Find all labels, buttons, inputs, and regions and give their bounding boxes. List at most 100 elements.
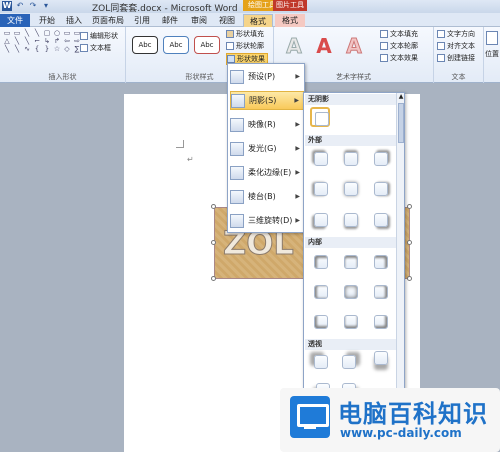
shadow-option-perspective[interactable]	[374, 351, 388, 365]
menu-item-shadow[interactable]: 阴影(S) ▶	[230, 91, 304, 110]
shape-glyph-icon[interactable]: △	[3, 38, 11, 45]
shape-glyph-icon[interactable]: {	[33, 46, 41, 53]
shape-glyph-icon[interactable]: ▭	[63, 30, 71, 37]
resize-handle-bl[interactable]	[211, 276, 216, 281]
word-app-icon[interactable]: W	[2, 1, 12, 11]
shadow-option-inner[interactable]	[344, 315, 358, 329]
shape-glyph-icon[interactable]: ╲	[13, 46, 21, 53]
tab-view[interactable]: 视图	[214, 14, 240, 27]
shape-glyph-icon[interactable]: ○	[53, 30, 61, 37]
tab-home[interactable]: 开始	[34, 14, 60, 27]
resize-handle-br[interactable]	[407, 276, 412, 281]
shape-glyph-icon[interactable]: ☆	[53, 46, 61, 53]
shadow-option-perspective[interactable]	[342, 355, 356, 369]
shape-glyph-icon[interactable]: ◇	[63, 46, 71, 53]
text-fill-button[interactable]: 文本填充	[380, 29, 418, 39]
menu-item-soft-edges[interactable]: 柔化边缘(E) ▶	[230, 163, 304, 182]
shape-glyph-icon[interactable]: ╲	[3, 46, 11, 53]
resize-handle-tl[interactable]	[211, 204, 216, 209]
shape-glyph-icon[interactable]: ↳	[43, 38, 51, 45]
shape-glyph-icon[interactable]: ╲	[23, 30, 31, 37]
shape-glyph-icon[interactable]: ╲	[13, 38, 21, 45]
create-link-button[interactable]: 创建链接	[437, 53, 475, 63]
resize-handle-mr[interactable]	[407, 240, 412, 245]
resize-handle-ml[interactable]	[211, 240, 216, 245]
wordart-sample-1[interactable]: A	[282, 33, 306, 59]
tab-review[interactable]: 审阅	[186, 14, 212, 27]
tab-format-picture[interactable]: 格式	[275, 14, 305, 27]
shape-style-sample-3[interactable]: Abc	[194, 36, 220, 54]
shadow-option-inner[interactable]	[344, 255, 358, 269]
shadow-option-outer[interactable]	[314, 152, 328, 166]
text-effects-label: 文本效果	[390, 54, 418, 62]
scroll-up-icon[interactable]: ▲	[397, 93, 404, 101]
menu-item-glow[interactable]: 发光(G) ▶	[230, 139, 304, 158]
shadow-option-inner[interactable]	[374, 315, 388, 329]
submenu-arrow-icon: ▶	[295, 217, 300, 224]
shadow-option-inner[interactable]	[314, 315, 328, 329]
menu-item-label: 棱台(B)	[248, 192, 276, 201]
menu-item-preset[interactable]: 预设(P) ▶	[230, 67, 304, 86]
shadow-option-inner[interactable]	[314, 255, 328, 269]
text-outline-button[interactable]: 文本轮廓	[380, 41, 418, 51]
text-effects-button[interactable]: 文本效果	[380, 53, 418, 63]
shape-glyph-icon[interactable]: ▢	[43, 30, 51, 37]
shadow-option-none[interactable]	[310, 107, 330, 127]
position-icon[interactable]	[486, 31, 498, 45]
shape-glyph-icon[interactable]: ▭	[13, 30, 21, 37]
menu-item-3d-rotation[interactable]: 三维旋转(D) ▶	[230, 211, 304, 230]
shadow-option-perspective[interactable]	[314, 355, 328, 369]
shape-glyph-icon[interactable]: ╲	[23, 38, 31, 45]
tab-page-layout[interactable]: 页面布局	[88, 14, 128, 27]
tab-mailings[interactable]: 邮件	[157, 14, 183, 27]
customize-qat-icon[interactable]: ▾	[41, 1, 51, 11]
shadow-option-outer[interactable]	[374, 213, 388, 227]
wordart-sample-2[interactable]: A	[312, 33, 336, 59]
edit-shape-button[interactable]: 编辑形状	[80, 31, 118, 41]
shadow-option-outer[interactable]	[374, 182, 388, 196]
shapes-gallery[interactable]: ▭ ▭ ╲ ╲ ▢ ○ ▭ ▭ △ ╲ ╲ ⌐ ↳ ↱ ⇦ ⇨ ╲ ╲ ∿{} ☆ ◇ ∑	[3, 30, 81, 53]
shadow-option-outer[interactable]	[314, 213, 328, 227]
menu-item-reflection[interactable]: 映像(R) ▶	[230, 115, 304, 134]
shape-outline-button[interactable]: 形状轮廓	[226, 41, 264, 51]
shape-glyph-icon[interactable]: ╲	[33, 30, 41, 37]
3d-rotation-icon	[230, 213, 244, 228]
tab-insert[interactable]: 插入	[62, 14, 86, 27]
shadow-option-inner[interactable]	[344, 285, 358, 299]
resize-handle-tr[interactable]	[407, 204, 412, 209]
shadow-option-outer[interactable]	[344, 182, 358, 196]
tab-file[interactable]: 文件	[0, 14, 30, 27]
create-link-label: 创建链接	[447, 54, 475, 62]
text-direction-button[interactable]: 文字方向	[437, 29, 475, 39]
redo-icon[interactable]: ↷	[28, 1, 38, 11]
shape-effects-menu: 预设(P) ▶ 阴影(S) ▶ 映像(R) ▶ 发光(G) ▶ 柔化边缘(E) …	[227, 63, 305, 233]
text-box-icon	[80, 44, 88, 52]
wordart-sample-3[interactable]: A	[342, 33, 366, 59]
scroll-thumb[interactable]	[398, 103, 404, 143]
gallery-scrollbar[interactable]: ▲	[396, 93, 404, 409]
shadow-option-outer[interactable]	[314, 182, 328, 196]
shape-glyph-icon[interactable]: ⌐	[33, 38, 41, 45]
shape-glyph-icon[interactable]: }	[43, 46, 51, 53]
shape-glyph-icon[interactable]: ▭	[3, 30, 11, 37]
shape-fill-button[interactable]: 形状填充	[226, 29, 264, 39]
text-direction-label: 文字方向	[447, 30, 475, 38]
undo-icon[interactable]: ↶	[15, 1, 25, 11]
shadow-option-outer[interactable]	[374, 152, 388, 166]
shape-style-sample-1[interactable]: Abc	[132, 36, 158, 54]
shape-glyph-icon[interactable]: ↱	[53, 38, 61, 45]
shadow-option-inner[interactable]	[374, 255, 388, 269]
shape-glyph-icon[interactable]: ⇦	[63, 38, 71, 45]
shadow-option-outer[interactable]	[344, 152, 358, 166]
text-box-button[interactable]: 文本框	[80, 43, 111, 53]
tab-references[interactable]: 引用	[130, 14, 154, 27]
menu-item-label: 柔化边缘(E)	[248, 168, 292, 177]
menu-item-bevel[interactable]: 棱台(B) ▶	[230, 187, 304, 206]
shadow-option-inner[interactable]	[314, 285, 328, 299]
align-text-button[interactable]: 对齐文本	[437, 41, 475, 51]
shape-style-sample-2[interactable]: Abc	[163, 36, 189, 54]
shape-glyph-icon[interactable]: ∿	[23, 46, 31, 53]
shadow-option-inner[interactable]	[374, 285, 388, 299]
tab-format-drawing[interactable]: 格式	[243, 14, 273, 27]
shadow-option-outer[interactable]	[344, 213, 358, 227]
